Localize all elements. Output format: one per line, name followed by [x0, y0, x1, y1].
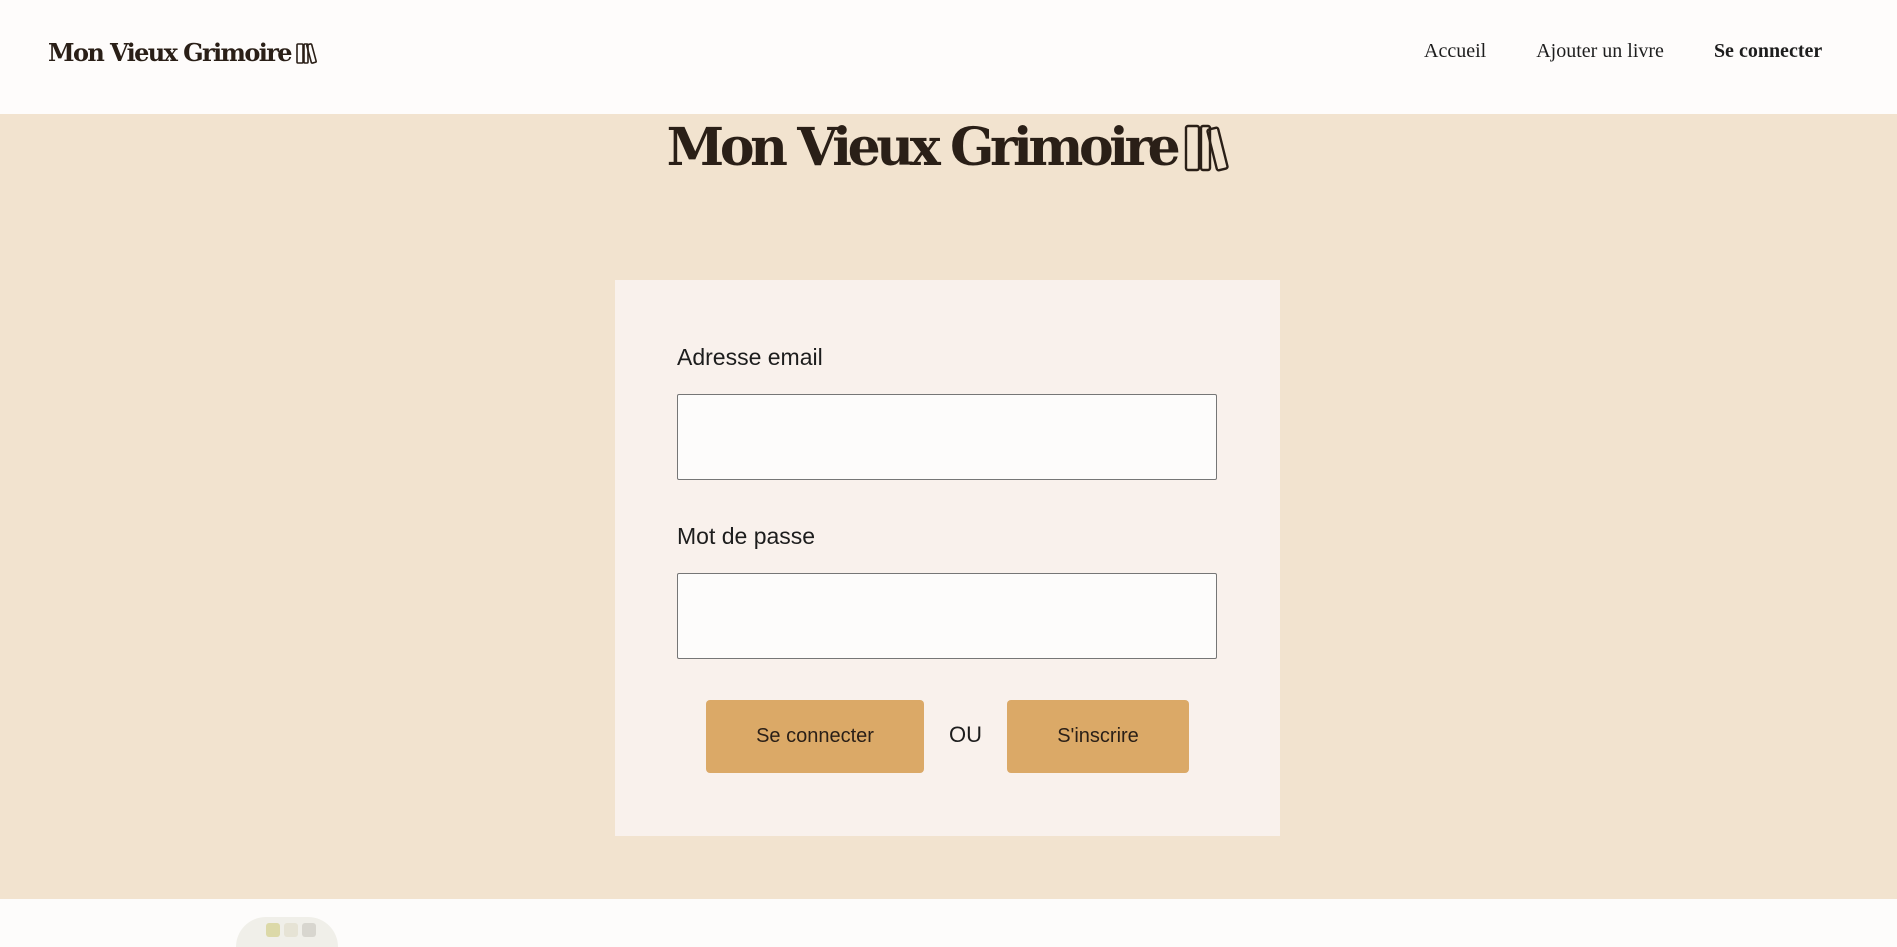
books-icon: [296, 42, 317, 64]
header-logo[interactable]: Mon Vieux Grimoire: [48, 38, 319, 67]
login-button[interactable]: Se connecter: [706, 700, 924, 773]
email-field[interactable]: [677, 394, 1217, 480]
footer-logo-icon: [236, 917, 338, 947]
email-label: Adresse email: [677, 344, 823, 370]
hero-section: Mon Vieux Grimoire Adresse email Mot de …: [0, 114, 1897, 899]
header-logo-text: Mon Vieux Grimoire: [48, 38, 293, 67]
signup-button[interactable]: S'inscrire: [1007, 700, 1189, 773]
main-nav: Accueil Ajouter un livre Se connecter: [1424, 40, 1822, 63]
site-header: Mon Vieux Grimoire Accueil Ajouter un li…: [0, 0, 1897, 114]
password-label: Mot de passe: [677, 523, 816, 549]
site-footer: [0, 899, 1897, 947]
hero-title-text: Mon Vieux Grimoire: [666, 117, 1181, 178]
books-icon: [1185, 124, 1230, 172]
nav-item-ajouter-livre[interactable]: Ajouter un livre: [1536, 40, 1664, 63]
nav-item-se-connecter[interactable]: Se connecter: [1714, 40, 1822, 63]
login-card: Adresse email Mot de passe Se connecter …: [615, 280, 1280, 836]
hero-title: Mon Vieux Grimoire: [0, 114, 1897, 182]
nav-item-accueil[interactable]: Accueil: [1424, 40, 1486, 63]
or-separator: OU: [949, 722, 982, 747]
password-field[interactable]: [677, 573, 1217, 659]
